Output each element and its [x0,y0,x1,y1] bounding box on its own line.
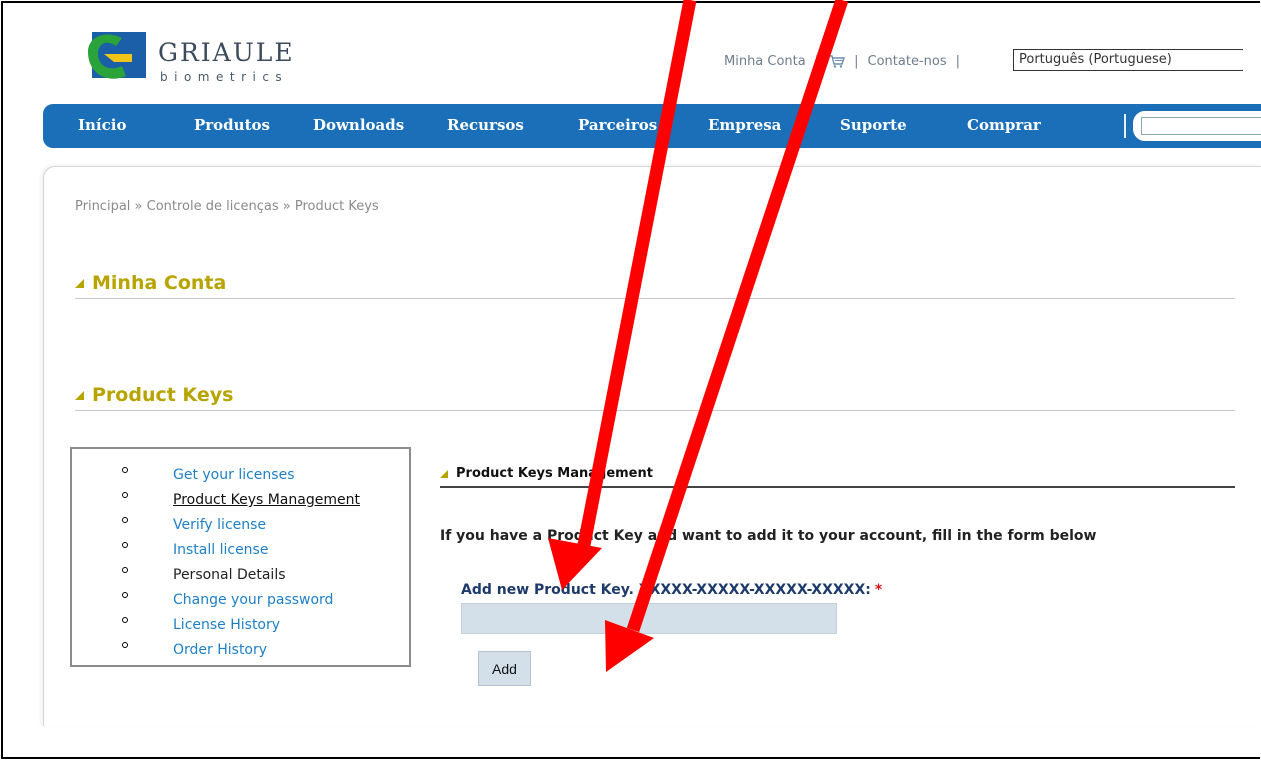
griaule-logo[interactable]: GRIAULE biometrics [86,28,306,84]
nav-item-inicio[interactable]: Início [78,116,126,134]
nav-item-empresa[interactable]: Empresa [708,116,781,134]
section-title-minha-conta: Minha Conta [75,272,226,294]
panel-heading-text: Product Keys Management [456,466,653,481]
form-intro-text: If you have a Product Key and want to ad… [440,528,1097,544]
panel-divider [440,486,1235,488]
logo-name: GRIAULE [158,38,295,67]
nav-item-suporte[interactable]: Suporte [840,116,907,134]
triangle-marker-icon [440,469,448,478]
nav-item-parceiros[interactable]: Parceiros [578,116,657,134]
nav-item-comprar[interactable]: Comprar [967,116,1041,134]
nav-divider [1124,114,1126,138]
bullet-icon [122,592,128,598]
required-marker: * [874,582,883,598]
section-title-text: Minha Conta [92,272,227,294]
product-key-label-text: Add new Product Key. XXXXX-XXXXX-XXXXX-X… [461,582,871,598]
search-input[interactable] [1141,117,1261,135]
language-select[interactable]: Português (Portuguese) [1013,49,1243,71]
product-key-label: Add new Product Key. XXXXX-XXXXX-XXXXX-X… [461,582,882,598]
nav-item-produtos[interactable]: Produtos [194,116,270,134]
nav-item-downloads[interactable]: Downloads [313,116,404,134]
bullet-icon [122,617,128,623]
logo-subtitle: biometrics [160,70,289,84]
section-title-product-keys: Product Keys [75,384,233,406]
bullet-icon [122,492,128,498]
cart-icon[interactable] [828,54,846,68]
triangle-marker-icon [75,390,84,400]
breadcrumb[interactable]: Principal » Controle de licenças » Produ… [75,199,379,214]
contact-link[interactable]: Contate-nos [868,54,947,69]
separator: | [955,53,961,69]
section-title-text: Product Keys [92,384,234,406]
account-side-menu: Get your licenses Product Keys Managemen… [70,447,411,667]
bullet-icon [122,542,128,548]
add-product-key-button[interactable]: Add [478,651,531,686]
bullet-icon [122,467,128,473]
my-account-link[interactable]: Minha Conta [724,54,806,69]
main-nav: Início Produtos Downloads Recursos Parce… [43,104,1261,148]
griaule-logo-icon [88,32,146,79]
section-divider [75,298,1235,299]
separator: | [814,53,820,69]
bullet-icon [122,517,128,523]
section-divider [75,410,1235,411]
separator: | [854,53,859,69]
bullet-icon [122,567,128,573]
triangle-marker-icon [75,278,84,288]
product-key-input[interactable] [461,603,837,634]
panel-heading: Product Keys Management [440,466,653,481]
nav-item-recursos[interactable]: Recursos [447,116,524,134]
search-box [1133,111,1261,141]
top-links: Minha Conta | | Contate-nos | [724,50,969,72]
bullet-icon [122,642,128,648]
